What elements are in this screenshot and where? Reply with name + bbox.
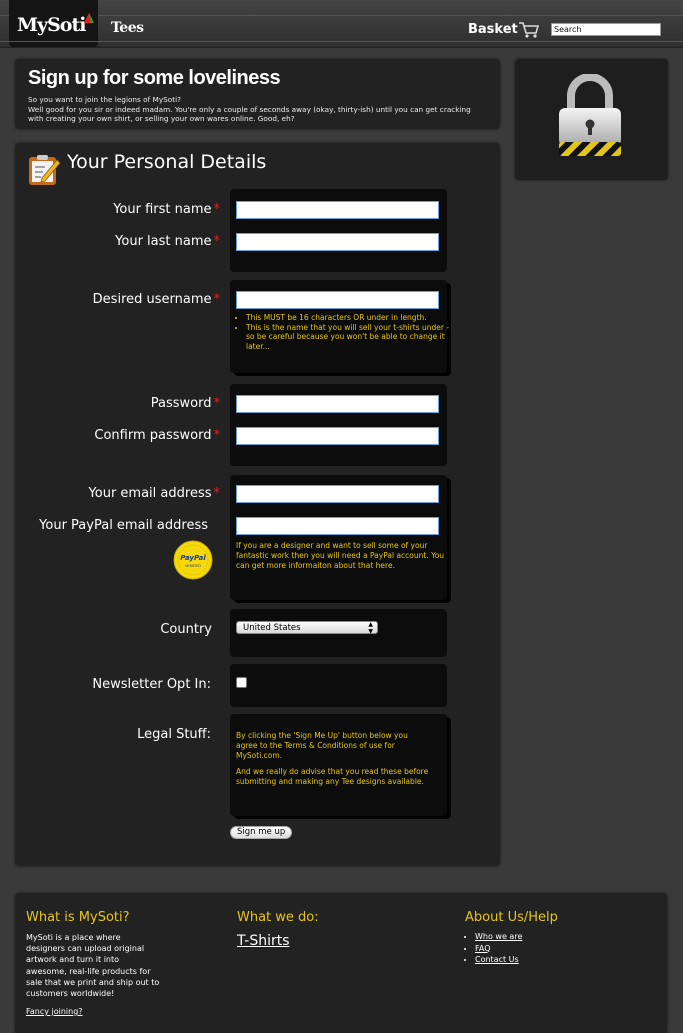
paypal-email-input[interactable]	[236, 517, 439, 535]
intro-line-1: So you want to join the legions of MySot…	[28, 95, 181, 104]
required-marker: *	[213, 396, 221, 411]
paypal-email-label: Your PayPal email address	[39, 518, 208, 533]
list-item: Contact Us	[475, 954, 522, 966]
country-select[interactable]: United States ▲ ▼	[236, 621, 378, 634]
first-name-label: Your first name *	[113, 202, 220, 217]
intro-line-2: Well good for you sir or indeed madam. Y…	[28, 104, 471, 124]
footer-what-is-title: What is MySoti?	[26, 910, 130, 925]
svg-text:VERIFIED: VERIFIED	[185, 564, 201, 568]
sign-me-up-button[interactable]: Sign me up	[230, 826, 293, 839]
fancy-joining-link[interactable]: Fancy joining?	[26, 1007, 83, 1016]
secure-lock-panel	[515, 59, 668, 180]
confirm-password-label: Confirm password *	[94, 428, 220, 443]
footer-about-title: About Us/Help	[465, 910, 558, 925]
newsletter-label: Newsletter Opt In:	[92, 677, 211, 692]
padlock-icon	[559, 74, 621, 156]
logo-text: MySoti	[17, 14, 86, 36]
footer-about-links: Who we are FAQ Contact Us	[465, 931, 522, 966]
paypal-verified-badge-icon[interactable]: PayPal VERIFIED	[173, 540, 213, 580]
username-hint: This is the name that you will sell your…	[246, 323, 451, 352]
top-navigation-bar: MySoti Tees Basket	[0, 0, 683, 48]
first-name-input[interactable]	[236, 201, 439, 219]
country-label: Country	[160, 622, 212, 637]
logo-mark-icon	[84, 13, 94, 23]
newsletter-checkbox[interactable]	[236, 677, 247, 688]
username-hints-list: This MUST be 16 characters OR under in l…	[236, 313, 451, 351]
who-we-are-link[interactable]: Who we are	[475, 932, 522, 941]
email-input[interactable]	[236, 485, 439, 503]
legal-box	[230, 714, 447, 816]
page-title: Sign up for some loveliness	[28, 67, 281, 89]
list-item: Who we are	[475, 931, 522, 943]
section-title: Your Personal Details	[67, 151, 267, 173]
registration-form-panel: Your Personal Details Your first name * Y…	[15, 143, 500, 866]
username-label: Desired username *	[92, 292, 221, 307]
newsletter-box	[230, 664, 447, 707]
nav-tees-link[interactable]: Tees	[111, 20, 144, 36]
basket-link[interactable]: Basket	[468, 22, 518, 37]
clipboard-edit-icon	[29, 155, 61, 185]
footer-what-is-text: MySoti is a place where designers can up…	[26, 933, 160, 999]
footer-what-we-do-title: What we do:	[237, 910, 319, 925]
confirm-password-input[interactable]	[236, 427, 439, 445]
search-input[interactable]	[551, 23, 661, 36]
faq-link[interactable]: FAQ	[475, 944, 491, 953]
required-marker: *	[213, 292, 221, 307]
legal-text-1: By clicking the 'Sign Me Up' button belo…	[236, 731, 408, 760]
svg-text:PayPal: PayPal	[180, 554, 206, 562]
country-select-value: United States	[243, 623, 301, 633]
legal-label: Legal Stuff:	[137, 727, 211, 742]
tshirts-link[interactable]: T-Shirts	[237, 933, 290, 949]
legal-text-2: And we really do advise that you read th…	[236, 767, 429, 786]
list-item: FAQ	[475, 943, 522, 955]
select-arrows-icon: ▲ ▼	[368, 621, 373, 635]
password-label: Password *	[150, 396, 221, 411]
password-input[interactable]	[236, 395, 439, 413]
username-input[interactable]	[236, 291, 439, 309]
last-name-input[interactable]	[236, 233, 439, 251]
username-hint: This MUST be 16 characters OR under in l…	[246, 313, 451, 323]
intro-text: So you want to join the legions of MySot…	[28, 95, 478, 124]
email-label: Your email address *	[88, 486, 221, 501]
footer: What is MySoti? MySoti is a place where …	[15, 893, 667, 1033]
last-name-label: Your last name *	[115, 234, 220, 249]
shopping-cart-icon[interactable]	[518, 21, 540, 39]
required-marker: *	[213, 486, 221, 501]
paypal-note: If you are a designer and want to sell s…	[236, 541, 445, 570]
required-marker: *	[213, 234, 221, 249]
required-marker: *	[213, 202, 221, 217]
contact-us-link[interactable]: Contact Us	[475, 955, 519, 964]
required-marker: *	[213, 428, 221, 443]
site-logo[interactable]: MySoti	[9, 0, 98, 47]
intro-panel: Sign up for some loveliness So you want …	[15, 59, 500, 129]
